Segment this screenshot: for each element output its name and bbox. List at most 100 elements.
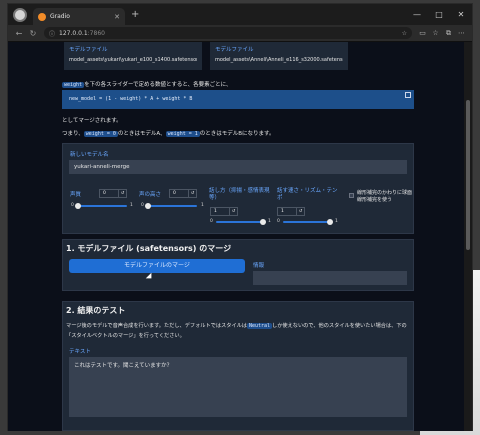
menu-icon[interactable]: ⋯ [455,29,468,37]
page-scrollbar[interactable] [464,42,472,431]
text-label: テキスト [69,349,91,355]
reload-icon[interactable]: ↻ [26,29,40,38]
slider-voice-min: 0 [71,203,74,208]
section2-title: 2. 結果のテスト [66,306,126,315]
new-tab-button[interactable]: + [131,9,139,20]
slider-tempo-number[interactable]: 1 ↺ [277,207,305,216]
info-label: 情報 [253,263,265,269]
slider-pitch-max: 1 [201,203,204,208]
weight-meaning-c: のときはモデルBになります。 [199,131,275,137]
section2-desc-b: しか使えないので、他のスタイルを使いたい場合は、下の [272,323,407,329]
browser-window: Gradio ✕ + — □ ✕ ← ↻ ⓘ 127.0.0.1 :7860 ☆… [7,3,473,431]
reset-icon[interactable]: ↺ [188,190,196,197]
minimize-button[interactable]: — [406,10,428,19]
reset-icon[interactable]: ↺ [296,208,304,215]
model-file-row: モデルファイル model_assets\yukari\yukari_e100_… [64,42,354,70]
gradio-favicon-icon [38,12,46,21]
slider-style-track[interactable] [216,219,266,225]
section2-desc-a: マージ後のモデルで音声合成を行います。ただし、デフォルトではスタイルは [66,323,247,329]
weight-zero-code: weight = 0 [83,131,118,137]
address-row: ← ↻ ⓘ 127.0.0.1 :7860 ☆ ▭ ☆ ⧉ ⋯ [8,25,472,41]
address-bar[interactable]: ⓘ 127.0.0.1 :7860 ☆ [44,27,412,39]
slerp-checkbox[interactable] [349,193,354,198]
slider-pitch-value: 0 [173,191,176,196]
info-box: 情報 [251,259,409,287]
slider-voice-value: 0 [103,191,106,196]
url-host: 127.0.0.1 [59,29,88,37]
copy-icon[interactable] [405,92,411,98]
slider-tempo-max: 1 [335,219,338,224]
slider-voice-track[interactable] [75,203,127,209]
mouse-cursor [145,272,155,282]
merge-model-button[interactable]: モデルファイルのマージ [69,259,245,273]
window-controls: — □ ✕ [406,4,472,25]
formula-text: new_model = (1 - weight) * A + weight * … [69,96,193,102]
formula-code-block: new_model = (1 - weight) * A + weight * … [62,90,414,109]
slider-style-max: 1 [268,219,271,224]
text-input[interactable]: これはテストです。聞こえていますか？ [69,357,407,417]
profile-icon[interactable] [13,7,27,22]
weight-one-code: weight = 1 [165,131,200,137]
close-window-button[interactable]: ✕ [450,10,472,19]
section-test: 2. 結果のテスト マージ後のモデルで音声合成を行います。ただし、デフォルトでは… [62,301,414,431]
new-model-input[interactable]: yukari-anneli-merge [69,160,407,174]
new-model-label: 新しいモデル名 [70,152,109,158]
weight-meaning: つまり、 weight = 0 のときはモデルA、 weight = 1 のときはモデル… [62,129,275,137]
slider-pitch-number[interactable]: 0 ↺ [169,189,197,198]
slider-pitch-label: 声の高さ [139,192,162,198]
section-model-merge: 1. モデルファイル (safetensors) のマージ モデルファイルのマー… [62,239,414,291]
model-b-label: モデルファイル [215,47,254,53]
gradio-content: モデルファイル model_assets\yukari\yukari_e100_… [8,42,466,431]
weight-meaning-a: つまり、 [62,131,84,137]
slider-pitch-min: 0 [141,203,144,208]
maximize-button[interactable]: □ [428,10,450,19]
section2-desc-2: 「スタイルベクトルのマージ」を行ってください。 [66,333,185,339]
model-b-dropdown[interactable]: モデルファイル model_assets\Anneli\Anneli_e116_… [210,42,348,70]
neutral-code: Neutral [246,323,273,329]
reset-icon[interactable]: ↺ [229,208,237,215]
slider-voice-label: 声質 [70,192,82,198]
site-info-icon[interactable]: ⓘ [49,29,55,38]
scrollbar-thumb[interactable] [466,100,470,250]
text-input-box: テキスト これはテストです。聞こえていますか？ [66,344,410,430]
slider-tempo-track[interactable] [283,219,333,225]
back-icon[interactable]: ← [12,29,26,38]
collections-icon[interactable]: ⧉ [442,29,455,38]
close-tab-icon[interactable]: ✕ [114,13,120,21]
slider-pitch-thumb[interactable] [145,203,151,209]
model-a-value: model_assets\yukari\yukari_e100_s1400.sa… [69,57,197,63]
slider-style-min: 0 [210,219,213,224]
slider-style-thumb[interactable] [260,219,266,225]
section1-title: 1. モデルファイル (safetensors) のマージ [66,244,232,253]
slider-tempo-value: 1 [281,209,284,214]
reset-icon[interactable]: ↺ [118,190,126,197]
weight-explanation: weight を下の各スライダーで定める数値とすると、各要素ごとに、 [62,80,231,88]
tab-title: Gradio [50,13,70,20]
info-output [253,271,407,285]
tab-gradio[interactable]: Gradio ✕ [33,8,125,25]
merge-settings-panel: 新しいモデル名 yukari-anneli-merge 声質 0 ↺ 0 1 声の… [62,143,414,234]
model-b-value: model_assets\Anneli\Anneli_e116_s32000.s… [215,57,343,63]
url-port: :7860 [87,29,105,37]
slider-voice-max: 1 [130,203,133,208]
slider-tempo-label: 話す速さ・リズム・テンポ [277,188,338,201]
merge-note: としてマージされます。 [62,118,122,124]
model-a-dropdown[interactable]: モデルファイル model_assets\yukari\yukari_e100_… [64,42,202,70]
slider-style-number[interactable]: 1 ↺ [210,207,238,216]
slider-voice-number[interactable]: 0 ↺ [99,189,127,198]
section2-desc: マージ後のモデルで音声合成を行います。ただし、デフォルトではスタイルは Neutr… [66,322,407,329]
split-view-icon[interactable]: ▭ [416,29,429,37]
weight-code: weight [62,82,85,88]
slerp-checkbox-label: 線形補完のかわりに球面線形補完を使う [357,190,413,203]
slider-style-value: 1 [214,209,217,214]
slider-voice-thumb[interactable] [75,203,81,209]
weight-desc: を下の各スライダーで定める数値とすると、各要素ごとに、 [84,82,232,88]
favorites-icon[interactable]: ☆ [429,29,442,37]
tab-bar: Gradio ✕ + — □ ✕ [8,4,472,25]
slider-tempo-thumb[interactable] [327,219,333,225]
slider-pitch-track[interactable] [145,203,197,209]
star-icon[interactable]: ☆ [402,30,407,37]
slider-tempo-min: 0 [277,219,280,224]
model-a-label: モデルファイル [69,47,108,53]
slider-style-label: 話し方（抑揚・感情表現等） [209,188,270,201]
